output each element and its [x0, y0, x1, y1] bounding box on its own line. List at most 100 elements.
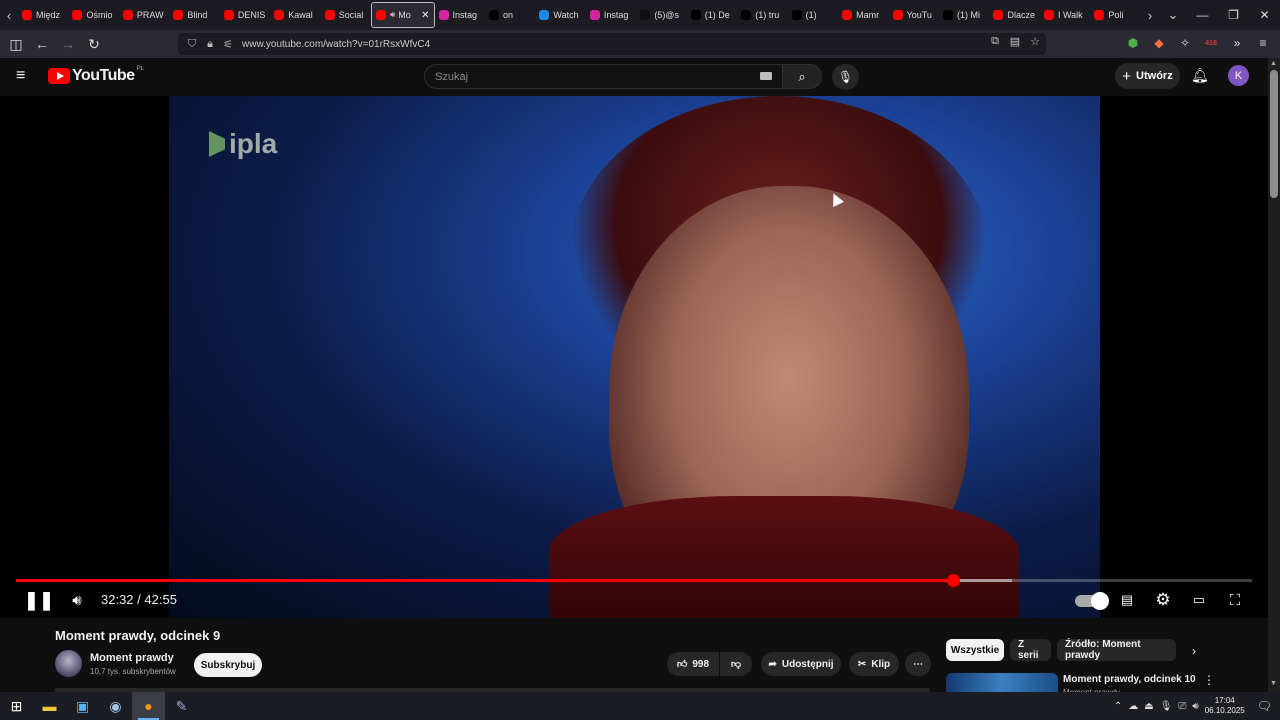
browser-tab[interactable]: Poli [1090, 2, 1140, 28]
browser-tab[interactable]: PRAW [119, 2, 169, 28]
browser-tab[interactable]: Mamr [838, 2, 888, 28]
picture-in-picture-icon[interactable]: ⧉ [988, 35, 1002, 48]
address-bar[interactable]: ⛉ 🔒︎ ⚟ www.youtube.com/watch?v=01rRsxWfv… [178, 33, 1046, 55]
close-window-icon[interactable]: ✕ [1249, 8, 1280, 22]
extensions-puzzle-icon[interactable]: ✧ [1176, 32, 1194, 54]
back-icon[interactable]: ← [30, 32, 54, 56]
browser-tab[interactable]: Instag [586, 2, 636, 28]
browser-tab[interactable]: (1) Mi [939, 2, 989, 28]
close-tab-icon[interactable]: ✕ [421, 10, 429, 21]
youtube-logo[interactable]: YouTube PL [48, 66, 144, 85]
recommended-title[interactable]: Moment prawdy, odcinek 10 [1063, 674, 1196, 685]
clock[interactable]: 17:04 06.10.2025 [1205, 696, 1245, 716]
clip-button[interactable]: ✂ Klip [849, 652, 899, 676]
fullscreen-icon[interactable]: ⛶ [1224, 590, 1246, 610]
more-actions-button[interactable]: ⋯ [905, 652, 931, 676]
fox-extension-icon[interactable]: ◆ [1150, 32, 1168, 54]
tab-audio-icon[interactable]: 🔊︎ [390, 10, 395, 20]
keyboard-icon[interactable] [760, 72, 772, 80]
recommended-thumbnail[interactable] [946, 673, 1058, 693]
lock-icon[interactable]: 🔒︎ [202, 38, 218, 51]
overflow-menu-chevron-icon[interactable]: » [1228, 32, 1246, 54]
dislike-button[interactable]: 👎︎ [720, 652, 752, 676]
progress-bar[interactable] [16, 574, 1252, 587]
chip-from-series[interactable]: Z serii [1010, 639, 1051, 661]
browser-tab[interactable]: YouTu [889, 2, 939, 28]
usb-icon[interactable]: ⏏ [1144, 701, 1153, 712]
url-text[interactable]: www.youtube.com/watch?v=01rRsxWfvC4 [242, 39, 430, 50]
notifications-icon[interactable]: 🗨︎ [1257, 699, 1272, 713]
volume-icon[interactable]: 🔊︎ [66, 590, 88, 610]
reload-icon[interactable]: ↻ [82, 32, 106, 56]
tab-scroll-left-icon[interactable]: ‹ [0, 0, 18, 30]
notifications-bell-icon[interactable]: 🔔︎ [1191, 67, 1209, 84]
search-button[interactable]: ⌕ [782, 64, 822, 89]
share-button[interactable]: ➦ Udostępnij [761, 652, 841, 676]
forward-icon[interactable]: → [56, 32, 80, 56]
browser-tab[interactable]: Instag [435, 2, 485, 28]
restore-icon[interactable]: ❐ [1218, 8, 1249, 22]
browser-tab[interactable]: I Walk [1040, 2, 1090, 28]
browser-tab[interactable]: Blind [169, 2, 219, 28]
windows-start-icon[interactable]: ⊞ [0, 692, 33, 720]
subtitles-icon[interactable]: ▤ [1116, 590, 1138, 610]
tracking-shield-icon[interactable]: ⛉ [184, 38, 200, 51]
scroll-down-icon[interactable]: ▼ [1270, 680, 1277, 687]
channel-name[interactable]: Moment prawdy [90, 652, 174, 664]
browser-tab[interactable]: (1) [788, 2, 838, 28]
scroll-up-icon[interactable]: ▲ [1270, 60, 1277, 67]
browser-tab[interactable]: Dlacze [989, 2, 1039, 28]
channel-avatar[interactable] [55, 650, 82, 677]
permissions-icon[interactable]: ⚟ [220, 38, 236, 51]
bookmark-star-icon[interactable]: ☆ [1028, 35, 1042, 48]
minimize-icon[interactable]: — [1187, 8, 1218, 22]
chip-all[interactable]: Wszystkie [946, 639, 1004, 661]
vpn-extension-icon[interactable]: ⬢ [1124, 32, 1142, 54]
search-input[interactable]: Szukaj [424, 64, 783, 89]
browser-tab[interactable]: (1) tru [737, 2, 787, 28]
app-taskbar-icon[interactable]: ✎ [165, 692, 198, 720]
chips-next-chevron-icon[interactable]: › [1192, 644, 1196, 658]
autoplay-toggle[interactable] [1075, 592, 1109, 610]
browser-tab[interactable]: Watch [535, 2, 585, 28]
onedrive-icon[interactable]: ☁ [1128, 701, 1138, 712]
sidebar-toggle-icon[interactable]: ◫ [4, 32, 28, 56]
browser-tab[interactable]: Social [321, 2, 371, 28]
video-player[interactable]: ipla ❚❚ 🔊︎ 32:32 / 42:55 ▤ ⚙ ▭ ⛶ [0, 96, 1268, 618]
file-explorer-icon[interactable]: ▬ [33, 692, 66, 720]
browser-tab[interactable]: on [485, 2, 535, 28]
create-button[interactable]: + Utwórz [1115, 63, 1180, 89]
scrollbar-thumb[interactable] [1270, 70, 1278, 198]
browser-tab[interactable]: 🔊︎ Mo ✕ [371, 2, 435, 28]
theater-mode-icon[interactable]: ▭ [1188, 590, 1210, 610]
browser-tab[interactable]: DENIS [220, 2, 270, 28]
remote-desktop-icon[interactable]: ▣ [66, 692, 99, 720]
app-menu-icon[interactable]: ≡ [1254, 32, 1272, 54]
pause-icon[interactable]: ❚❚ [24, 590, 54, 610]
browser-tab[interactable]: (5)@s [636, 2, 686, 28]
browser-tab[interactable]: (1) De [687, 2, 737, 28]
browser-tab[interactable]: Ośmio [68, 2, 118, 28]
chip-from-source[interactable]: Źródło: Moment prawdy [1057, 639, 1176, 661]
voice-search-button[interactable]: 🎙︎ [832, 64, 859, 90]
tab-scroll-right-icon[interactable]: › [1141, 0, 1159, 30]
network-icon[interactable]: ⎚ [1178, 701, 1186, 712]
scrubber-handle[interactable] [946, 574, 960, 587]
settings-gear-icon[interactable]: ⚙ [1152, 590, 1174, 610]
browser-tab[interactable]: Międz [18, 2, 68, 28]
browser-tab[interactable]: Kawal [270, 2, 320, 28]
recommended-more-icon[interactable]: ⋮ [1203, 673, 1215, 687]
account-avatar[interactable]: K [1228, 65, 1249, 86]
guide-menu-icon[interactable]: ≡ [16, 68, 32, 84]
like-button[interactable]: 👍︎ 998 [667, 652, 719, 676]
firefox-taskbar-icon[interactable]: ● [132, 692, 165, 720]
tab-list-dropdown-icon[interactable]: ⌄ [1159, 0, 1187, 30]
steam-icon[interactable]: ◉ [99, 692, 132, 720]
adblock-extension-icon[interactable]: 418 [1202, 32, 1220, 54]
speaker-icon[interactable]: 🔊︎ [1192, 701, 1198, 712]
tray-chevron-icon[interactable]: ⌃ [1114, 701, 1122, 712]
page-scrollbar[interactable]: ▲ ▼ [1268, 58, 1280, 692]
microphone-tray-icon[interactable]: 🎙︎ [1160, 701, 1173, 712]
subscribe-button[interactable]: Subskrybuj [194, 653, 262, 677]
reader-view-icon[interactable]: ▤ [1008, 35, 1022, 48]
